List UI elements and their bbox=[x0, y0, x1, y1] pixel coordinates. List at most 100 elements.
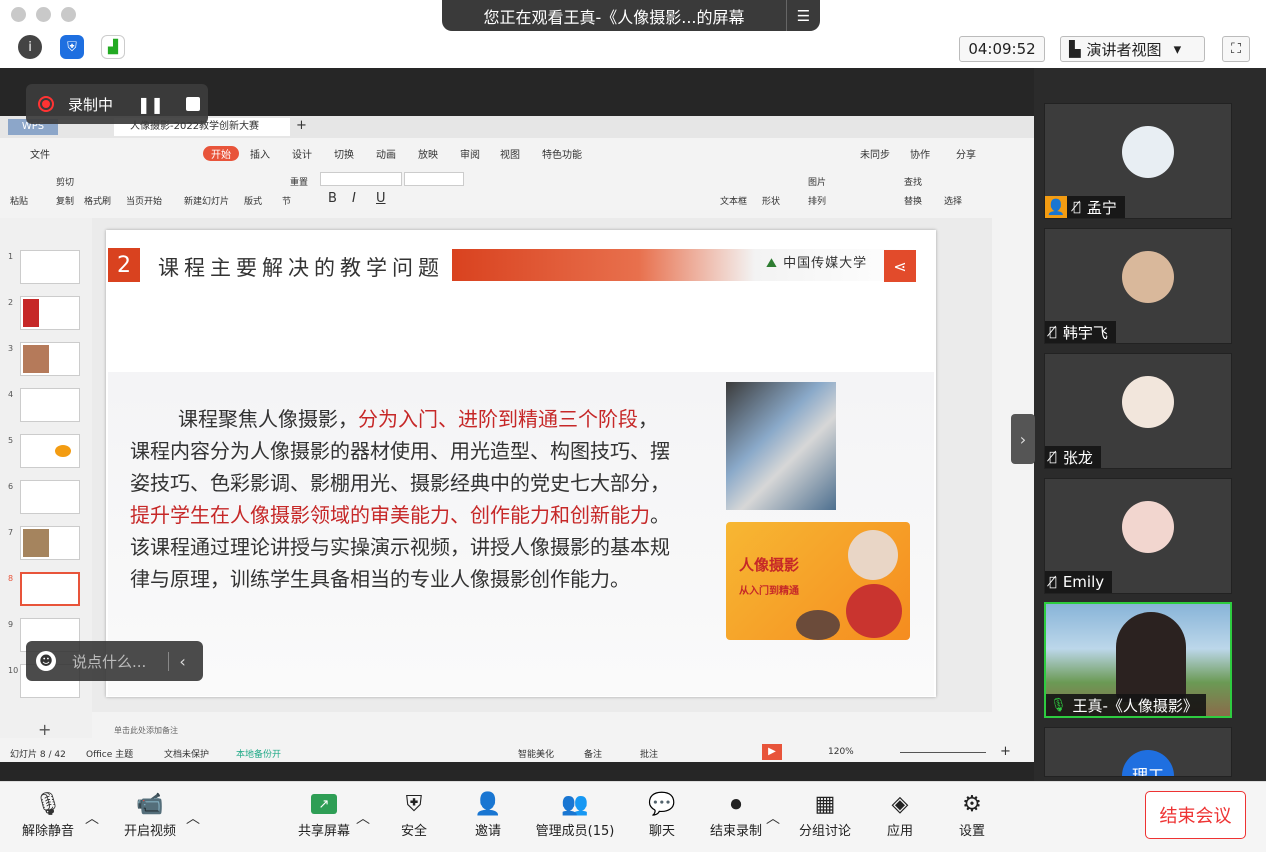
protect-status[interactable]: 文档未保护 bbox=[164, 747, 209, 760]
menu-home[interactable]: 开始 bbox=[203, 146, 239, 161]
add-slide-icon[interactable]: + bbox=[38, 720, 51, 739]
font-size-field[interactable] bbox=[404, 172, 464, 186]
breakout-button[interactable]: ▦ 分组讨论 bbox=[796, 788, 854, 840]
beautify-button[interactable]: 智能美化 bbox=[518, 747, 554, 760]
ribbon-find[interactable]: 查找 bbox=[904, 175, 922, 188]
menu-transition[interactable]: 切换 bbox=[334, 146, 354, 161]
chevron-up-icon[interactable]: ︿ bbox=[766, 808, 780, 828]
participant-tile[interactable]: 👤 🎙̸ 孟宁 bbox=[1044, 103, 1232, 219]
unmute-button[interactable]: 🎙 解除静音 bbox=[18, 788, 78, 840]
comment-button[interactable]: 批注 bbox=[640, 747, 658, 760]
start-video-button[interactable]: 📹 开启视频 bbox=[118, 788, 182, 840]
ribbon-play-from-current[interactable]: 当页开始 bbox=[126, 194, 162, 207]
menu-features[interactable]: 特色功能 bbox=[542, 146, 582, 161]
collapse-panel-icon[interactable]: › bbox=[1011, 414, 1035, 464]
zoom-slider[interactable] bbox=[900, 752, 986, 753]
chevron-up-icon[interactable]: ︿ bbox=[356, 808, 370, 828]
slide-thumbnail[interactable] bbox=[20, 250, 80, 284]
window-minimize-button[interactable] bbox=[36, 7, 51, 22]
emoji-icon[interactable]: ☻ bbox=[36, 651, 56, 671]
slide-thumbnail[interactable] bbox=[20, 388, 80, 422]
wps-ribbon: 粘贴 剪切 复制 格式刷 当页开始 新建幻灯片 版式 节 重置 图片 形状 排列… bbox=[0, 166, 1034, 216]
menu-slideshow[interactable]: 放映 bbox=[418, 146, 438, 161]
ribbon-cut[interactable]: 剪切 bbox=[56, 175, 74, 188]
stop-record-square-icon[interactable] bbox=[185, 97, 200, 111]
invite-button[interactable]: 👤 邀请 bbox=[468, 788, 508, 840]
ribbon-reset[interactable]: 重置 bbox=[290, 175, 308, 188]
participant-tile[interactable]: 🎙̸ 韩宇飞 bbox=[1044, 228, 1232, 344]
participant-name-bar: 🎙̸ Emily bbox=[1045, 571, 1113, 593]
stop-recording-button[interactable]: ⏺ 结束录制 bbox=[706, 788, 766, 840]
participant-name-bar: 🎙 王真-《人像摄影》 bbox=[1046, 694, 1206, 716]
italic-icon[interactable]: I bbox=[352, 191, 356, 206]
menu-view[interactable]: 视图 bbox=[500, 146, 520, 161]
participant-tile[interactable]: 🎙̸ 张龙 bbox=[1044, 353, 1232, 469]
settings-button[interactable]: ⚙ 设置 bbox=[952, 788, 992, 840]
play-button[interactable]: ▶ bbox=[762, 744, 782, 760]
menu-review[interactable]: 审阅 bbox=[460, 146, 480, 161]
ribbon-copy[interactable]: 复制 bbox=[56, 194, 74, 207]
ribbon-arrange[interactable]: 排列 bbox=[808, 194, 826, 207]
sharing-banner[interactable]: 您正在观看王真-《人像摄影...的屏幕 ☰ bbox=[442, 0, 820, 31]
ribbon-paste[interactable]: 粘贴 bbox=[10, 194, 28, 207]
menu-collaborate[interactable]: 协作 bbox=[910, 146, 930, 161]
notes-button[interactable]: 备注 bbox=[584, 747, 602, 760]
apps-button[interactable]: ◈ 应用 bbox=[880, 788, 920, 840]
view-mode-dropdown[interactable]: ▙ 演讲者视图 ▾ bbox=[1060, 36, 1205, 62]
menu-file[interactable]: 文件 bbox=[30, 146, 50, 161]
para-seg: 课程聚焦人像摄影， bbox=[178, 407, 358, 431]
ribbon-section[interactable]: 节 bbox=[282, 194, 291, 207]
menu-share[interactable]: 分享 bbox=[956, 146, 976, 161]
participant-tile[interactable]: 🎙̸ Emily bbox=[1044, 478, 1232, 594]
menu-design[interactable]: 设计 bbox=[292, 146, 312, 161]
ribbon-format-painter[interactable]: 格式刷 bbox=[84, 194, 111, 207]
slide-thumbnail[interactable] bbox=[20, 296, 80, 330]
slide-thumbnail-selected[interactable] bbox=[20, 572, 80, 606]
speaker-video bbox=[1116, 612, 1186, 702]
ribbon-new-slide[interactable]: 新建幻灯片 bbox=[184, 194, 229, 207]
collapse-chat-icon[interactable]: ‹ bbox=[168, 651, 186, 671]
underline-icon[interactable]: U bbox=[376, 191, 386, 206]
participant-name: 张龙 bbox=[1062, 448, 1093, 467]
add-tab-icon[interactable]: + bbox=[296, 118, 307, 133]
slide-thumbnail[interactable] bbox=[20, 480, 80, 514]
chevron-up-icon[interactable]: ︿ bbox=[85, 808, 99, 828]
security-shield-icon[interactable]: ⛨ bbox=[60, 35, 84, 59]
backup-status[interactable]: 本地备份开 bbox=[236, 747, 281, 760]
participant-tile[interactable]: 理工 bbox=[1044, 727, 1232, 777]
window-zoom-button[interactable] bbox=[61, 7, 76, 22]
slide-thumbnail[interactable] bbox=[20, 434, 80, 468]
ribbon-replace[interactable]: 替换 bbox=[904, 194, 922, 207]
participant-tile-speaking[interactable]: 🎙 王真-《人像摄影》 bbox=[1044, 602, 1232, 718]
signal-icon[interactable]: ▟ bbox=[101, 35, 125, 59]
chevron-up-icon[interactable]: ︿ bbox=[186, 808, 200, 828]
zoom-in-icon[interactable]: + bbox=[1000, 744, 1011, 759]
chat-button[interactable]: 💬 聊天 bbox=[642, 788, 682, 840]
window-close-button[interactable] bbox=[11, 7, 26, 22]
slide-thumbnail[interactable] bbox=[20, 526, 80, 560]
ribbon-textbox[interactable]: 文本框 bbox=[720, 194, 747, 207]
font-name-field[interactable] bbox=[320, 172, 402, 186]
manage-members-button[interactable]: 👥 管理成员(15) bbox=[534, 788, 616, 840]
ribbon-shape[interactable]: 形状 bbox=[762, 194, 780, 207]
pause-record-icon[interactable]: ❚❚ bbox=[137, 95, 164, 114]
ribbon-select[interactable]: 选择 bbox=[944, 194, 962, 207]
notes-hint[interactable]: 单击此处添加备注 bbox=[114, 725, 178, 736]
menu-icon[interactable]: ☰ bbox=[786, 0, 820, 31]
zoom-level[interactable]: 120% bbox=[828, 747, 854, 757]
ribbon-layout[interactable]: 版式 bbox=[244, 194, 262, 207]
fullscreen-icon[interactable]: ⛶ bbox=[1222, 36, 1250, 62]
chevron-down-icon: ▾ bbox=[1173, 40, 1182, 58]
bold-icon[interactable]: B bbox=[328, 191, 337, 206]
menu-insert[interactable]: 插入 bbox=[250, 146, 270, 161]
end-meeting-button[interactable]: 结束会议 bbox=[1145, 791, 1246, 839]
ribbon-picture[interactable]: 图片 bbox=[808, 175, 826, 188]
security-button[interactable]: ⛨ 安全 bbox=[394, 788, 434, 840]
slide-thumbnail[interactable] bbox=[20, 342, 80, 376]
participant-name-bar: 👤 🎙̸ 孟宁 bbox=[1045, 196, 1125, 218]
info-icon[interactable]: i bbox=[18, 35, 42, 59]
share-screen-button[interactable]: ↗ 共享屏幕 bbox=[294, 788, 354, 839]
menu-animation[interactable]: 动画 bbox=[376, 146, 396, 161]
chat-input-overlay[interactable]: ☻ 说点什么... ‹ bbox=[26, 641, 203, 681]
menu-unsynced[interactable]: 未同步 bbox=[860, 146, 890, 161]
